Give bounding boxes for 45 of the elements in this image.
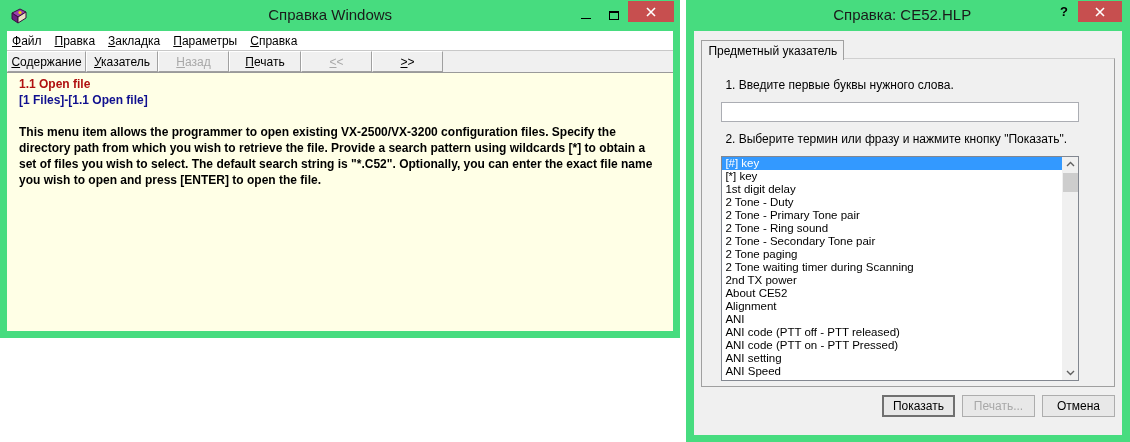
list-item[interactable]: ANI setting [722,352,1063,365]
menu-item[interactable]: Параметры [173,31,238,50]
close-icon [1095,6,1105,17]
menu-item[interactable]: Закладка [108,31,161,50]
list-item[interactable]: ANI code (PTT off - PTT released) [722,326,1063,339]
dialog-button[interactable]: Показать [882,395,955,417]
list-item[interactable]: 2nd TX power [722,274,1063,287]
list-item[interactable]: ANI [722,313,1063,326]
list-item[interactable]: 2 Tone - Duty [722,196,1063,209]
scrollbar[interactable] [1062,157,1079,380]
list-item[interactable]: ANI code (PTT on - PTT Pressed) [722,339,1063,352]
scroll-up-icon[interactable] [1065,161,1075,167]
list-item[interactable]: Alignment [722,300,1063,313]
scroll-down-icon[interactable] [1065,370,1075,376]
list-item[interactable]: 2 Tone - Secondary Tone pair [722,235,1063,248]
window-title: Справка Windows [267,5,394,26]
menu-item[interactable]: Правка [54,31,96,50]
close-button[interactable] [1078,1,1122,22]
close-icon [646,6,657,17]
toolbar-button[interactable]: Печать [229,51,301,72]
toolbar-button[interactable]: Содержание [7,51,86,72]
dialog-title: Справка: CE52.HLP [832,5,973,26]
toolbar-button[interactable]: Указатель [86,51,158,72]
topic-text: This menu item allows the programmer to open existing VX-2500/VX-3200 configuration files. Specify the directory path from which you wish to retrieve the file. Provide a search pattern using wildcards [*] to obtain a set of files you wish to select. The default search string is "*.C52". Optionally, you can enter the exact file name you wish to open and press [ENTER] to open the file. [19,124,654,188]
list-item[interactable]: 1st digit delay [722,183,1063,196]
topic-title: 1.1 Open file [19,76,92,92]
breadcrumb-link[interactable]: [1 Files]-[1.1 Open file] [19,92,662,108]
list-item[interactable]: [*] key [722,170,1063,183]
dialog-button[interactable]: Отмена [1042,395,1115,417]
menu-item[interactable]: Справка [250,31,298,50]
list-item[interactable]: 2 Tone paging [722,248,1063,261]
list-item[interactable]: 2 Tone waiting timer during Scanning [722,261,1063,274]
instruction-text: 1. Введите первые буквы нужного слова. [724,77,955,94]
menu-item[interactable]: Файл [12,31,42,50]
list-item[interactable]: ANI Speed [722,365,1063,378]
list-item[interactable]: 2 Tone - Primary Tone pair [722,209,1063,222]
list-item[interactable]: 2 Tone - Ring sound [722,222,1063,235]
search-field[interactable] [721,102,1080,122]
help-button[interactable]: ? [1050,1,1078,22]
book-icon [10,7,28,24]
list-item[interactable]: About CE52 [722,287,1063,300]
scroll-thumb[interactable] [1062,173,1078,192]
tab[interactable]: Предметный указатель [701,40,845,60]
toolbar-button[interactable]: >> [372,51,443,72]
instruction-text: 2. Выберите термин или фразу и нажмите кнопку "Показать". [724,131,1068,148]
